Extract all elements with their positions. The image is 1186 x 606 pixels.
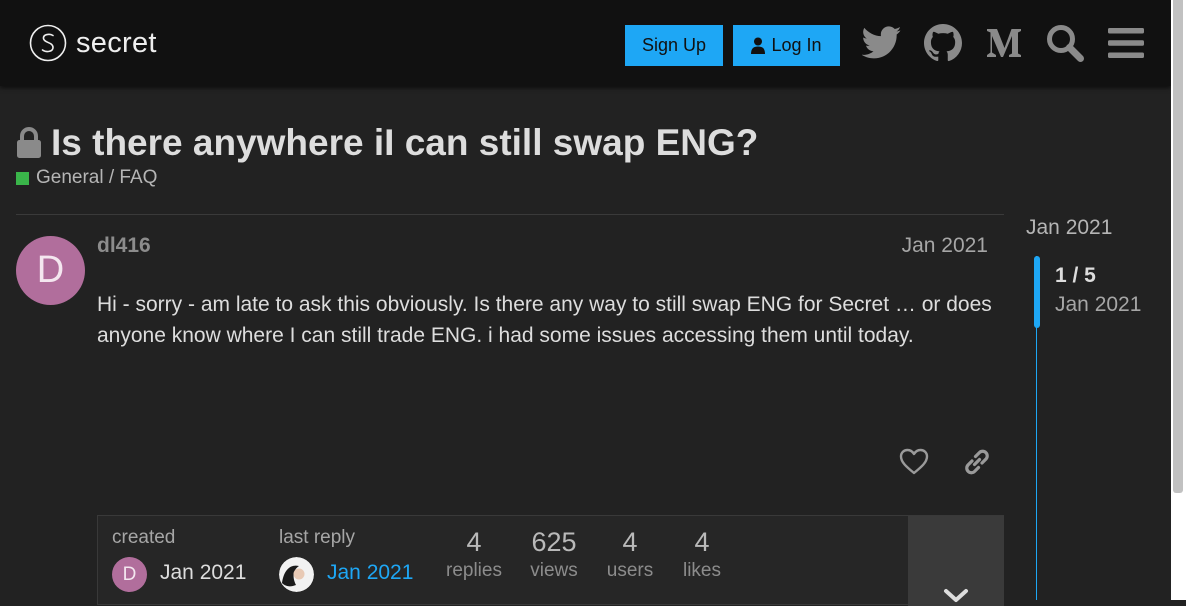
link-icon[interactable]: [961, 446, 993, 478]
lock-icon: [17, 127, 41, 158]
category-label: General / FAQ: [36, 167, 158, 188]
created-label: created: [112, 527, 176, 548]
site-logo[interactable]: secret: [29, 24, 157, 62]
timeline-start-date[interactable]: Jan 2021: [1026, 216, 1112, 240]
post-username[interactable]: dl416: [97, 234, 151, 258]
timeline-post-count: 1 / 5: [1055, 264, 1096, 287]
category-badge[interactable]: General / FAQ: [16, 167, 157, 189]
medium-icon[interactable]: [983, 22, 1025, 64]
category-color-swatch: [16, 171, 29, 185]
created-date: Jan 2021: [160, 561, 247, 584]
stat-number: 625: [531, 527, 577, 557]
avatar[interactable]: [279, 557, 314, 592]
stat-likes: 4 likes: [669, 527, 735, 582]
stat-label: likes: [682, 560, 721, 581]
user-icon: [751, 37, 766, 54]
heart-icon[interactable]: [898, 446, 930, 478]
last-reply-date[interactable]: Jan 2021: [327, 561, 413, 585]
timeline-current-date: Jan 2021: [1055, 293, 1142, 316]
topic-divider: [16, 214, 1004, 215]
logo-text: secret: [76, 26, 157, 59]
topic-title[interactable]: Is there anywhere iI can still swap ENG?: [51, 122, 758, 164]
site-header: secret Sign Up Log In: [0, 0, 1171, 86]
topic-map: created D Jan 2021 last reply Jan 2021 4…: [97, 515, 1004, 606]
chevron-down-icon: [944, 589, 968, 602]
github-icon[interactable]: [922, 22, 964, 64]
timeline-scroll-handle[interactable]: [1034, 256, 1040, 328]
hamburger-menu-icon[interactable]: [1105, 22, 1147, 64]
stat-number: 4: [694, 527, 710, 557]
stat-number: 4: [466, 527, 482, 557]
stat-label: views: [530, 560, 578, 581]
stat-replies: 4 replies: [441, 527, 507, 582]
scrollbar-thumb[interactable]: [1173, 0, 1183, 493]
post-date[interactable]: Jan 2021: [902, 234, 988, 258]
log-in-button[interactable]: Log In: [733, 25, 840, 66]
last-reply-label: last reply: [279, 527, 356, 548]
stat-label: replies: [446, 560, 502, 581]
avatar[interactable]: D: [112, 557, 147, 592]
expand-topic-map-button[interactable]: [908, 516, 1004, 606]
secret-logo-icon: [29, 24, 67, 62]
avatar[interactable]: D: [16, 236, 85, 305]
search-icon[interactable]: [1044, 22, 1086, 64]
topic-title-row: Is there anywhere iI can still swap ENG?: [16, 122, 758, 164]
stat-views: 625 views: [521, 527, 587, 582]
sign-up-button[interactable]: Sign Up: [625, 25, 723, 66]
twitter-icon[interactable]: [861, 22, 903, 64]
stat-label: users: [606, 560, 654, 581]
stat-users: 4 users: [597, 527, 663, 582]
stat-number: 4: [622, 527, 638, 557]
post-body: Hi - sorry - am late to ask this obvious…: [97, 293, 992, 347]
log-in-label: Log In: [771, 35, 822, 55]
